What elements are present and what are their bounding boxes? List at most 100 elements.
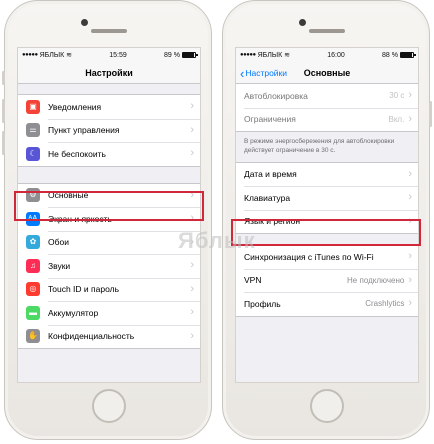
settings-row[interactable]: ✋ Конфиденциальность ›	[18, 324, 200, 349]
power-button	[429, 101, 432, 127]
settings-row-label: Уведомления	[48, 101, 102, 112]
settings-row-label: Touch ID и пароль	[48, 284, 120, 295]
settings-list: ▣ Уведомления › ⚌ Пункт управления › ☾ Не беспо…	[18, 84, 200, 349]
status-bar: ●●●●● ЯБЛЫК ≋ 16:00 88 %	[236, 48, 418, 62]
chevron-right-icon: ›	[408, 89, 412, 102]
settings-group: ⚙ Основные › ᴬA Экран и яркость › ✿ Обои › ♫ Звуки…	[18, 182, 200, 349]
sound-icon: ♫	[26, 258, 40, 273]
settings-row[interactable]: ⚌ Пункт управления ›	[18, 118, 200, 143]
earpiece-speaker	[309, 29, 345, 33]
privacy-hand-icon: ✋	[26, 329, 40, 344]
signal-dots-icon: ●●●●●	[240, 52, 256, 58]
settings-row[interactable]: ᴬA Экран и яркость ›	[18, 207, 200, 231]
settings-row[interactable]: Клавиатура ›	[236, 186, 418, 210]
lock-group: Автоблокировка 30 с › Ограничения Вкл. ›	[236, 84, 418, 132]
chevron-right-icon: ›	[190, 123, 194, 136]
signal-dots-icon: ●●●●●	[22, 52, 38, 58]
general-list: Автоблокировка 30 с › Ограничения Вкл. › В ре…	[236, 84, 418, 317]
chevron-right-icon: ›	[190, 212, 194, 225]
carrier-label: ЯБЛЫК	[39, 51, 65, 59]
settings-row[interactable]: Ограничения Вкл. ›	[236, 107, 418, 132]
datetime-keyboard-group: Дата и время › Клавиатура › Язык и регион ›	[236, 161, 418, 235]
settings-row[interactable]: Язык и регион ›	[236, 209, 418, 234]
battery-saver-note: В режиме энергосбережения для автоблокир…	[244, 138, 395, 154]
settings-row-value: Crashlytics	[365, 299, 405, 309]
iphone-right: ●●●●● ЯБЛЫК ≋ 16:00 88 % ‹ Настройки Осн…	[222, 0, 432, 440]
status-time: 16:00	[327, 51, 345, 59]
settings-row[interactable]: ▣ Уведомления ›	[18, 95, 200, 119]
general-settings-screen: ●●●●● ЯБЛЫК ≋ 16:00 88 % ‹ Настройки Осн…	[235, 47, 419, 383]
battery-icon: ▬	[26, 305, 40, 320]
settings-row-value: Вкл.	[388, 114, 405, 124]
settings-group: ▣ Уведомления › ⚌ Пункт управления › ☾ Не беспо…	[18, 94, 200, 167]
moon-icon: ☾	[26, 146, 40, 161]
iphone-left: ●●●●● ЯБЛЫК ≋ 15:59 89 % Настройки ▣ Увед…	[2, 0, 212, 440]
settings-row-label: Профиль	[244, 298, 281, 309]
display-brightness-icon: ᴬA	[26, 211, 40, 226]
settings-row[interactable]: Профиль Crashlytics ›	[236, 292, 418, 316]
settings-row-label: Основные	[48, 190, 89, 201]
settings-row[interactable]: ✿ Обои ›	[18, 230, 200, 255]
battery-percent: 89 %	[164, 51, 180, 59]
front-camera	[81, 19, 88, 26]
settings-row[interactable]: ▬ Аккумулятор ›	[18, 301, 200, 325]
sync-vpn-profile-group: Синхронизация с iTunes по Wi-Fi › VPN Не по…	[236, 244, 418, 317]
chevron-right-icon: ›	[190, 100, 194, 113]
chevron-right-icon: ›	[190, 259, 194, 272]
nav-bar: Настройки	[18, 62, 200, 84]
chevron-right-icon: ›	[190, 329, 194, 342]
settings-row[interactable]: Дата и время ›	[236, 163, 418, 187]
settings-row-label: Клавиатура	[244, 192, 291, 203]
mute-switch	[2, 71, 5, 85]
settings-row[interactable]: ☾ Не беспокоить ›	[18, 142, 200, 166]
chevron-right-icon: ›	[190, 147, 194, 160]
fingerprint-icon: ◎	[26, 282, 40, 297]
volume-up-button	[2, 99, 5, 123]
back-button-label: Настройки	[245, 68, 288, 78]
chevron-right-icon: ›	[190, 306, 194, 319]
front-camera	[299, 19, 306, 26]
settings-row[interactable]: ◎ Touch ID и пароль ›	[18, 277, 200, 302]
settings-row-label: Не беспокоить	[48, 148, 106, 159]
chevron-right-icon: ›	[190, 235, 194, 248]
carrier-label: ЯБЛЫК	[257, 51, 283, 59]
volume-down-button	[2, 131, 5, 155]
battery-percent: 88 %	[382, 51, 398, 59]
settings-row[interactable]: ♫ Звуки ›	[18, 254, 200, 278]
chevron-right-icon: ›	[408, 214, 412, 227]
home-button[interactable]	[92, 389, 126, 423]
settings-row[interactable]: Синхронизация с iTunes по Wi-Fi ›	[236, 245, 418, 269]
chevron-right-icon: ›	[408, 297, 412, 310]
settings-row-label: Экран и яркость	[48, 213, 112, 224]
settings-row-label: Аккумулятор	[48, 307, 99, 318]
chevron-right-icon: ›	[408, 167, 412, 180]
chevron-right-icon: ›	[408, 273, 412, 286]
settings-row-label: Ограничения	[244, 114, 296, 125]
settings-row-label: Обои	[48, 237, 69, 248]
battery-icon	[182, 52, 198, 58]
settings-row-label: Дата и время	[244, 169, 297, 180]
settings-row-label: Автоблокировка	[244, 90, 308, 101]
chevron-right-icon: ›	[408, 112, 412, 125]
battery-icon	[400, 52, 416, 58]
page-title: Основные	[303, 67, 351, 78]
home-button[interactable]	[310, 389, 344, 423]
settings-row[interactable]: Автоблокировка 30 с ›	[236, 84, 418, 108]
settings-row[interactable]: ⚙ Основные ›	[18, 184, 200, 208]
chevron-right-icon: ›	[190, 282, 194, 295]
settings-row-label: Конфиденциальность	[48, 331, 135, 342]
earpiece-speaker	[91, 29, 127, 33]
back-button[interactable]: ‹ Настройки	[240, 62, 287, 84]
chevron-left-icon: ‹	[240, 65, 245, 81]
wifi-icon: ≋	[284, 52, 291, 59]
chevron-right-icon: ›	[408, 250, 412, 263]
wifi-icon: ≋	[66, 52, 73, 59]
settings-row-label: Пункт управления	[48, 125, 120, 136]
settings-row-label: VPN	[244, 275, 262, 286]
chevron-right-icon: ›	[408, 191, 412, 204]
settings-row[interactable]: VPN Не подключено ›	[236, 268, 418, 293]
settings-screen: ●●●●● ЯБЛЫК ≋ 15:59 89 % Настройки ▣ Увед…	[17, 47, 201, 383]
settings-row-value: Не подключено	[347, 275, 405, 285]
gear-icon: ⚙	[26, 188, 40, 203]
nav-bar: ‹ Настройки Основные	[236, 62, 418, 84]
